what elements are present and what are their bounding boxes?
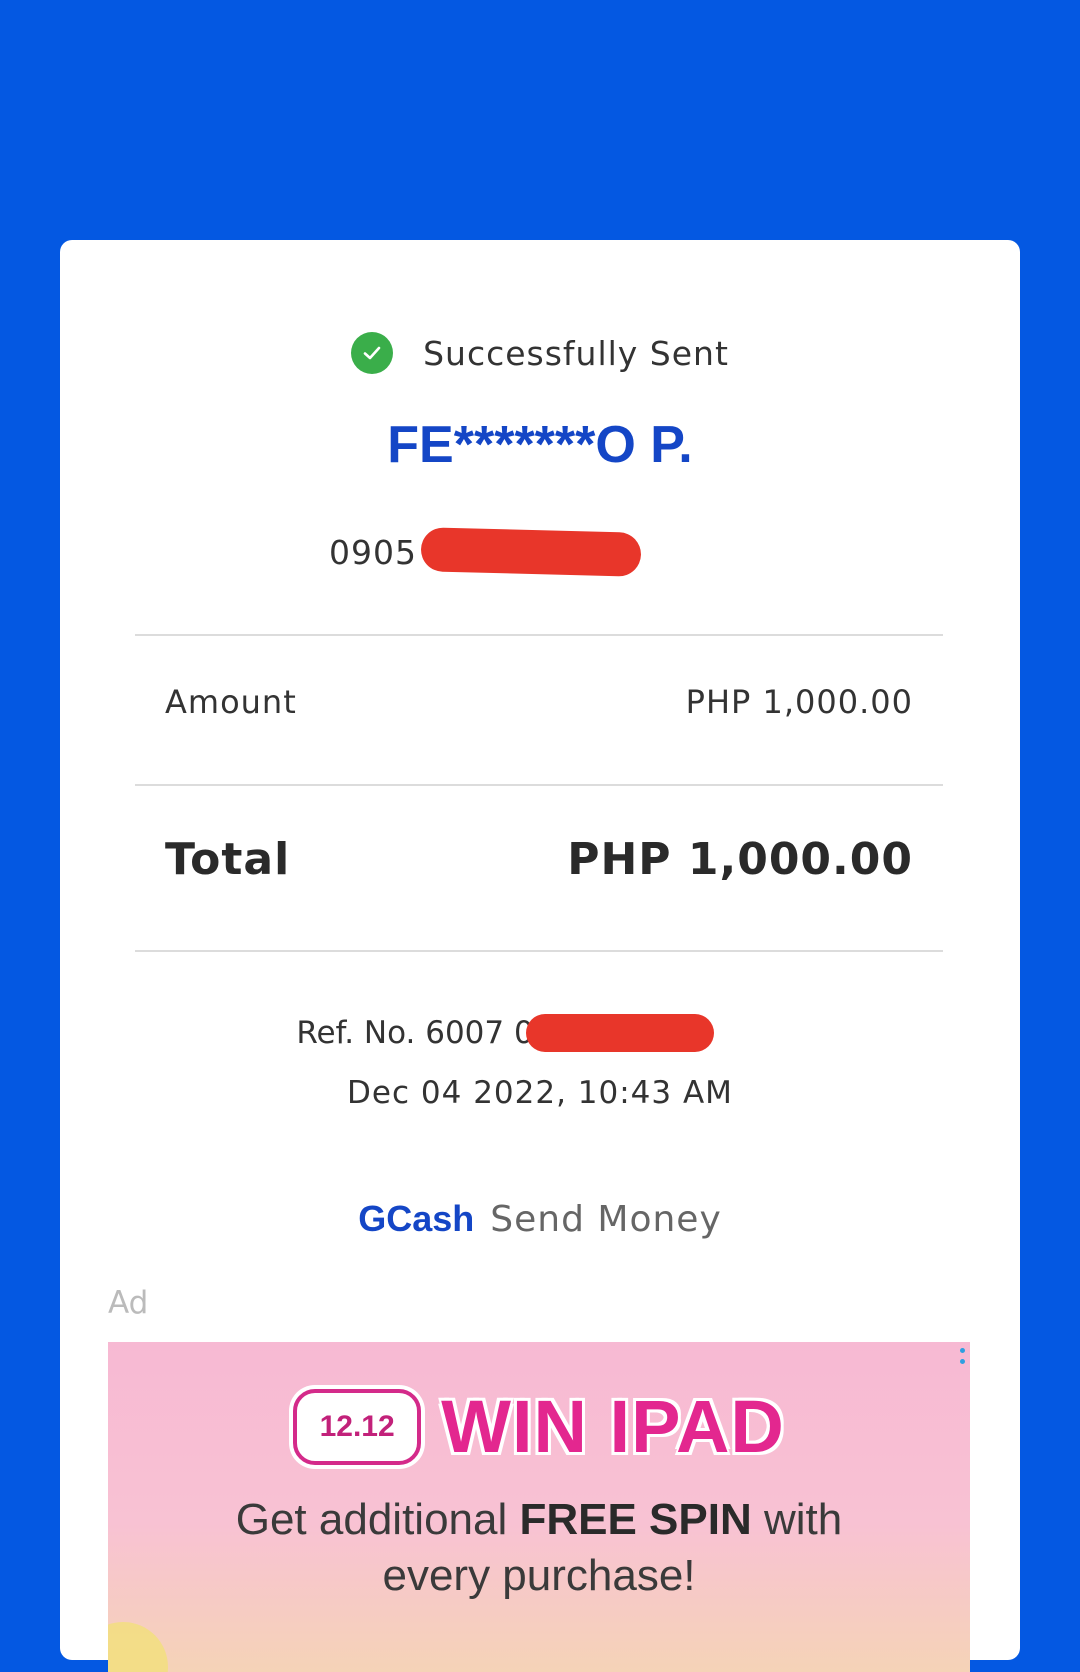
- gcash-logo: GCash: [358, 1198, 475, 1239]
- ad-subline-line2: every purchase!: [382, 1551, 696, 1600]
- reference-number: Ref. No. 6007 0: [60, 1014, 1020, 1052]
- divider: [135, 950, 943, 952]
- ad-headline-row: 12.12 WIN IPAD: [108, 1384, 970, 1469]
- total-value: PHP 1,000.00: [567, 834, 913, 885]
- service-name: Send Money: [490, 1199, 722, 1240]
- status-text: Successfully Sent: [423, 333, 729, 373]
- recipient-name: FE*******O P.: [387, 416, 693, 474]
- ref-redaction-mark: [525, 1014, 714, 1052]
- footer-brand: GCash Send Money: [60, 1198, 1020, 1240]
- ad-subline: Get additional FREE SPIN with every purc…: [108, 1492, 970, 1604]
- phone-prefix: 0905: [329, 532, 417, 572]
- phone-redaction-mark: [420, 527, 642, 577]
- receipt-card: Successfully Sent FE*******O P. 0905 Amo…: [60, 240, 1020, 1672]
- ad-subline-post: with: [751, 1495, 843, 1544]
- ad-decoration: [108, 1622, 168, 1672]
- amount-label: Amount: [165, 683, 297, 721]
- recipient-phone: 0905: [60, 527, 1020, 577]
- amount-value: PHP 1,000.00: [685, 683, 913, 721]
- gcash-receipt-screen: { "receipt": { "status": "Successfully S…: [0, 0, 1080, 1672]
- divider: [135, 634, 943, 636]
- ad-subline-pre: Get additional: [235, 1495, 520, 1544]
- event-badge: 12.12: [293, 1388, 422, 1465]
- amount-row: Amount PHP 1,000.00: [165, 683, 913, 721]
- ad-headline: WIN IPAD: [441, 1385, 785, 1468]
- total-row: Total PHP 1,000.00: [165, 834, 913, 885]
- total-label: Total: [165, 834, 291, 885]
- transaction-datetime: Dec 04 2022, 10:43 AM: [347, 1075, 733, 1111]
- ref-prefix: Ref. No. 6007 0: [296, 1015, 534, 1051]
- divider: [135, 784, 943, 786]
- ad-banner[interactable]: 12.12 WIN IPAD Get additional FREE SPIN …: [108, 1342, 970, 1672]
- status-row: Successfully Sent: [60, 332, 1020, 374]
- ad-subline-bold: FREE SPIN: [519, 1495, 752, 1544]
- more-vertical-icon[interactable]: [960, 1348, 966, 1364]
- ad-label: Ad: [108, 1285, 149, 1321]
- check-circle-icon: [351, 332, 394, 374]
